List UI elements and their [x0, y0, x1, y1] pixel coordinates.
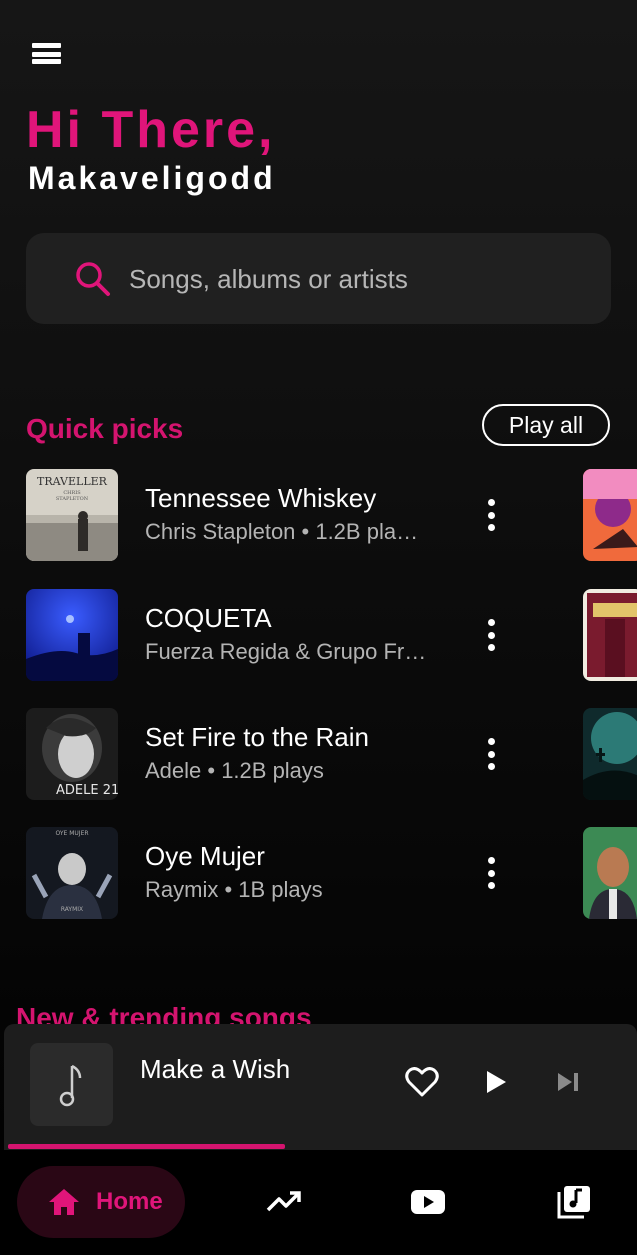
more-options-icon[interactable] — [476, 615, 506, 655]
svg-text:ADELE 21: ADELE 21 — [56, 783, 118, 798]
hamburger-menu-icon — [32, 43, 61, 48]
bottom-nav: Home — [0, 1150, 637, 1255]
album-art-oye-mujer: OYE MUJER RAYMIX — [26, 827, 118, 919]
song-title: Tennessee Whiskey — [145, 483, 377, 513]
skip-next-icon[interactable] — [550, 1064, 586, 1100]
search-bar[interactable] — [26, 233, 611, 324]
mini-player[interactable]: Make a Wish — [4, 1024, 637, 1150]
song-subtitle: Raymix • 1B plays — [145, 877, 323, 902]
svg-text:RAYMIX: RAYMIX — [61, 906, 83, 913]
song-row[interactable]: COQUETA Fuerza Regida & Grupo Fr… — [26, 589, 586, 681]
album-art-traveller: TRAVELLER CHRIS STAPLETON — [26, 469, 118, 561]
svg-text:TRAVELLER: TRAVELLER — [37, 475, 108, 488]
video-icon[interactable] — [408, 1182, 448, 1222]
play-icon[interactable] — [478, 1064, 514, 1100]
search-input[interactable] — [129, 257, 589, 301]
trending-section-title: New & trending songs — [16, 1002, 312, 1024]
album-art-adele-21: ADELE 21 — [26, 708, 118, 800]
heart-icon[interactable] — [404, 1064, 440, 1100]
nav-home[interactable]: Home — [17, 1166, 185, 1238]
quick-picks-title: Quick picks — [26, 413, 184, 444]
home-icon — [49, 1189, 79, 1215]
song-row[interactable]: OYE MUJER RAYMIX Oye Mujer Raymix • 1B p… — [26, 827, 586, 919]
song-row[interactable]: TRAVELLER CHRIS STAPLETON Tennessee Whis… — [26, 469, 586, 561]
now-playing-title: Make a Wish — [140, 1054, 291, 1084]
play-all-button[interactable]: Play all — [482, 404, 610, 446]
song-title: COQUETA — [145, 603, 272, 633]
song-title: Set Fire to the Rain — [145, 722, 369, 752]
album-art-peek[interactable] — [583, 469, 637, 561]
album-art-peek[interactable] — [583, 827, 637, 919]
greeting-title: Hi There, — [26, 101, 276, 159]
album-art-peek[interactable] — [583, 589, 637, 681]
library-icon[interactable] — [554, 1182, 594, 1222]
nav-home-label: Home — [96, 1188, 163, 1215]
song-subtitle: Fuerza Regida & Grupo Fr… — [145, 639, 427, 664]
album-art-coqueta — [26, 589, 118, 681]
svg-text:STAPLETON: STAPLETON — [56, 496, 89, 502]
menu-icon-bar — [32, 59, 61, 64]
trending-icon[interactable] — [264, 1182, 304, 1222]
song-title: Oye Mujer — [145, 841, 265, 871]
svg-text:OYE MUJER: OYE MUJER — [55, 830, 88, 837]
song-row[interactable]: ADELE 21 Set Fire to the Rain Adele • 1.… — [26, 708, 586, 800]
search-icon — [76, 262, 110, 296]
album-art-peek[interactable] — [583, 708, 637, 800]
more-options-icon[interactable] — [476, 734, 506, 774]
menu-button[interactable] — [28, 38, 68, 70]
playback-progress-bar[interactable] — [8, 1144, 285, 1149]
song-subtitle: Chris Stapleton • 1.2B pla… — [145, 519, 419, 544]
music-note-icon — [30, 1043, 113, 1126]
menu-icon-bar — [32, 52, 61, 57]
song-subtitle: Adele • 1.2B plays — [145, 758, 324, 783]
more-options-icon[interactable] — [476, 853, 506, 893]
username: Makaveligodd — [28, 160, 276, 196]
more-options-icon[interactable] — [476, 495, 506, 535]
